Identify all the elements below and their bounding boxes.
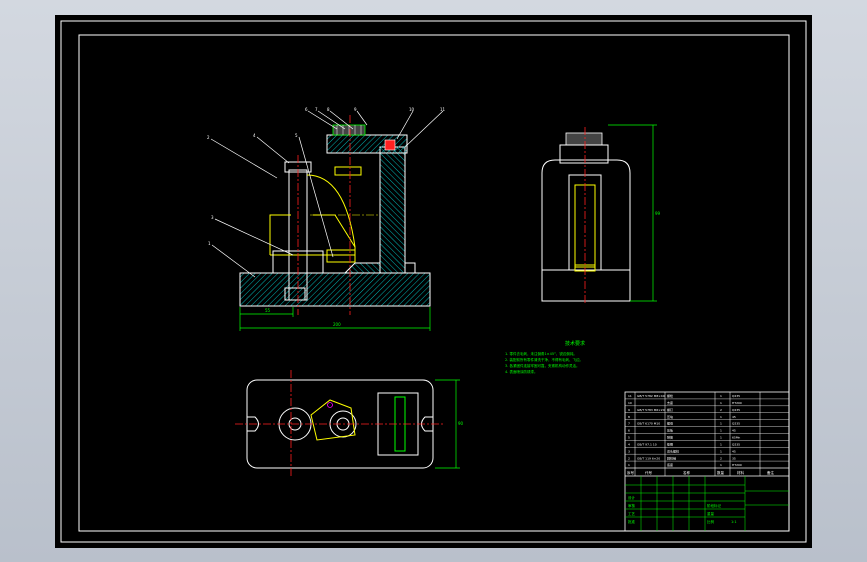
notes-line-1: 1. 零件去毛刺，未注倒角1×45°，锐边倒钝。 <box>505 351 577 356</box>
bom-cell-qty: 1 <box>720 442 722 446</box>
title-block: 11 GB/T 5782 M8×40 螺栓 1 Q23510 支座 1 HT2009 GB/T … <box>624 391 790 532</box>
side-body-outline <box>541 159 631 302</box>
bom-cell-qty: 2 <box>720 456 722 460</box>
notes-line-2: 2. 装配前所有零件清洗干净，不得有毛刺、飞边。 <box>505 357 583 362</box>
side-view: 99 <box>541 124 661 305</box>
bom-cell-mat: 35 <box>732 456 736 460</box>
bom-cell-no: 7 <box>628 422 630 426</box>
balloon-2: 2 <box>207 135 210 140</box>
upright-support <box>379 146 406 274</box>
stage-weight: 重量 <box>707 511 715 516</box>
balloon-8: 8 <box>327 107 330 112</box>
bom-header-mat: 材料 <box>737 470 745 475</box>
dim-left-offset: 55 <box>265 308 271 313</box>
bom-cell-mat: Q235 <box>732 442 740 446</box>
bom-cell-code: GB/T 97.1 10 <box>637 442 657 446</box>
bom-cell-no: 9 <box>628 408 630 412</box>
bom-cell-qty: 1 <box>720 401 722 405</box>
notes-line-4: 4. 表面喷涂防锈漆。 <box>505 369 537 374</box>
drawing-sheet[interactable]: 55 200 2 3 1 4 5 6 7 8 9 10 11 99 90 技术要… <box>55 15 812 548</box>
base-plate <box>239 272 431 307</box>
bom-cell-qty: 2 <box>720 408 722 412</box>
bom-cell-name: 压块 <box>667 414 673 419</box>
sign-approve: 批准 <box>628 519 636 524</box>
outer-border <box>60 20 807 543</box>
bom-cell-mat: Q235 <box>732 394 740 398</box>
bom-cell-code: GB/T 5783 M6×20 <box>637 408 665 412</box>
bom-cell-no: 5 <box>628 436 630 440</box>
bom-cell-no: 4 <box>628 442 630 446</box>
sign-review: 审核 <box>628 503 636 508</box>
sign-design: 设计 <box>628 495 636 500</box>
bom-cell-name: 螺母 <box>667 421 673 426</box>
bom-cell-mat: Q235 <box>732 422 740 426</box>
balloon-5: 5 <box>295 133 298 138</box>
balloon-6: 6 <box>305 107 308 112</box>
bom-cell-no: 1 <box>628 463 630 467</box>
balloon-9: 9 <box>354 107 357 112</box>
balloon-3: 3 <box>211 215 214 220</box>
clamp-arm <box>269 214 356 255</box>
bom-header-no: 序号 <box>627 470 635 475</box>
bom-cell-name: 弹簧 <box>667 435 673 440</box>
bom-cell-mat: Q235 <box>732 408 740 412</box>
stage-scale: 比例 <box>707 519 715 524</box>
bom-header: 序号 代号 名称 数量 材料 备注 <box>627 470 775 475</box>
dim-plan-height-text: 90 <box>458 421 464 426</box>
dim-side-height-text: 99 <box>655 211 661 216</box>
bom-cell-no: 11 <box>628 394 632 398</box>
notes-line-3: 3. 各紧固件连接牢固可靠，夹紧机构动作灵活。 <box>505 363 579 368</box>
bom-cell-code: GB/T 119 6×20 <box>637 456 660 460</box>
scale-value: 1:1 <box>731 520 737 524</box>
bom-cell-qty: 1 <box>720 463 722 467</box>
bom-cell-no: 6 <box>628 429 630 433</box>
bom-cell-name: 垫圈 <box>667 441 673 446</box>
dim-base-width: 200 <box>333 322 341 327</box>
sign-process: 工艺 <box>628 511 636 516</box>
bom-cell-mat: 45 <box>732 449 736 453</box>
bom-cell-name: 双头螺柱 <box>667 448 679 453</box>
bom-cell-no: 3 <box>628 449 630 453</box>
bom-cell-qty: 1 <box>720 449 722 453</box>
bom-cell-qty: 1 <box>720 436 722 440</box>
bom-header-qty: 数量 <box>717 470 725 475</box>
inner-border <box>78 34 790 532</box>
bom-cell-name: 螺钉 <box>667 407 673 412</box>
bom-header-code: 代号 <box>645 470 653 475</box>
bom-cell-qty: 1 <box>720 429 722 433</box>
bom-cell-name: 螺栓 <box>667 393 673 398</box>
notes-title: 技术要求 <box>565 340 585 347</box>
plan-view: 90 <box>235 370 464 477</box>
bom-cell-qty: 1 <box>720 394 722 398</box>
balloon-11: 11 <box>440 107 446 112</box>
bom-cell-no: 10 <box>628 401 632 405</box>
bom-cell-code: GB/T 6170 M10 <box>637 422 660 426</box>
bom-cell-no: 2 <box>628 456 630 460</box>
bom-cell-mat: 65Mn <box>732 436 740 440</box>
balloon-4: 4 <box>253 133 256 138</box>
bom-cell-name: 支座 <box>667 400 673 405</box>
drawing-canvas: 55 200 2 3 1 4 5 6 7 8 9 10 11 99 90 技术要… <box>60 20 807 543</box>
bom-header-note: 备注 <box>767 470 775 475</box>
bom-cell-name: 底座 <box>667 462 673 467</box>
bom-cell-code: GB/T 5782 M8×40 <box>637 394 665 398</box>
stage-mark: 阶段标记 <box>707 503 721 508</box>
bom-header-name: 名称 <box>683 470 691 475</box>
bom-cell-qty: 1 <box>720 415 722 419</box>
technical-notes: 技术要求 1. 零件去毛刺，未注倒角1×45°，锐边倒钝。 2. 装配前所有零件… <box>505 340 585 374</box>
bom-cell-mat: HT200 <box>732 463 742 467</box>
balloon-7: 7 <box>315 107 318 112</box>
balloon-10: 10 <box>409 107 415 112</box>
bom-cell-name: 压板 <box>667 428 673 433</box>
bom-cell-no: 8 <box>628 415 630 419</box>
bom-cell-mat: 45 <box>732 415 736 419</box>
balloon-1: 1 <box>208 241 211 246</box>
bom-cell-qty: 1 <box>720 422 722 426</box>
bom-rows: 11 GB/T 5782 M8×40 螺栓 1 Q23510 支座 1 HT2009 GB/T … <box>625 393 789 469</box>
bom-cell-mat: 45 <box>732 429 736 433</box>
bom-cell-name: 圆柱销 <box>667 455 676 460</box>
bom-cell-mat: HT200 <box>732 401 742 405</box>
front-view: 55 200 2 3 1 4 5 6 7 8 9 10 11 <box>207 107 446 331</box>
cad-viewport[interactable]: 55 200 2 3 1 4 5 6 7 8 9 10 11 99 90 技术要… <box>0 0 867 562</box>
